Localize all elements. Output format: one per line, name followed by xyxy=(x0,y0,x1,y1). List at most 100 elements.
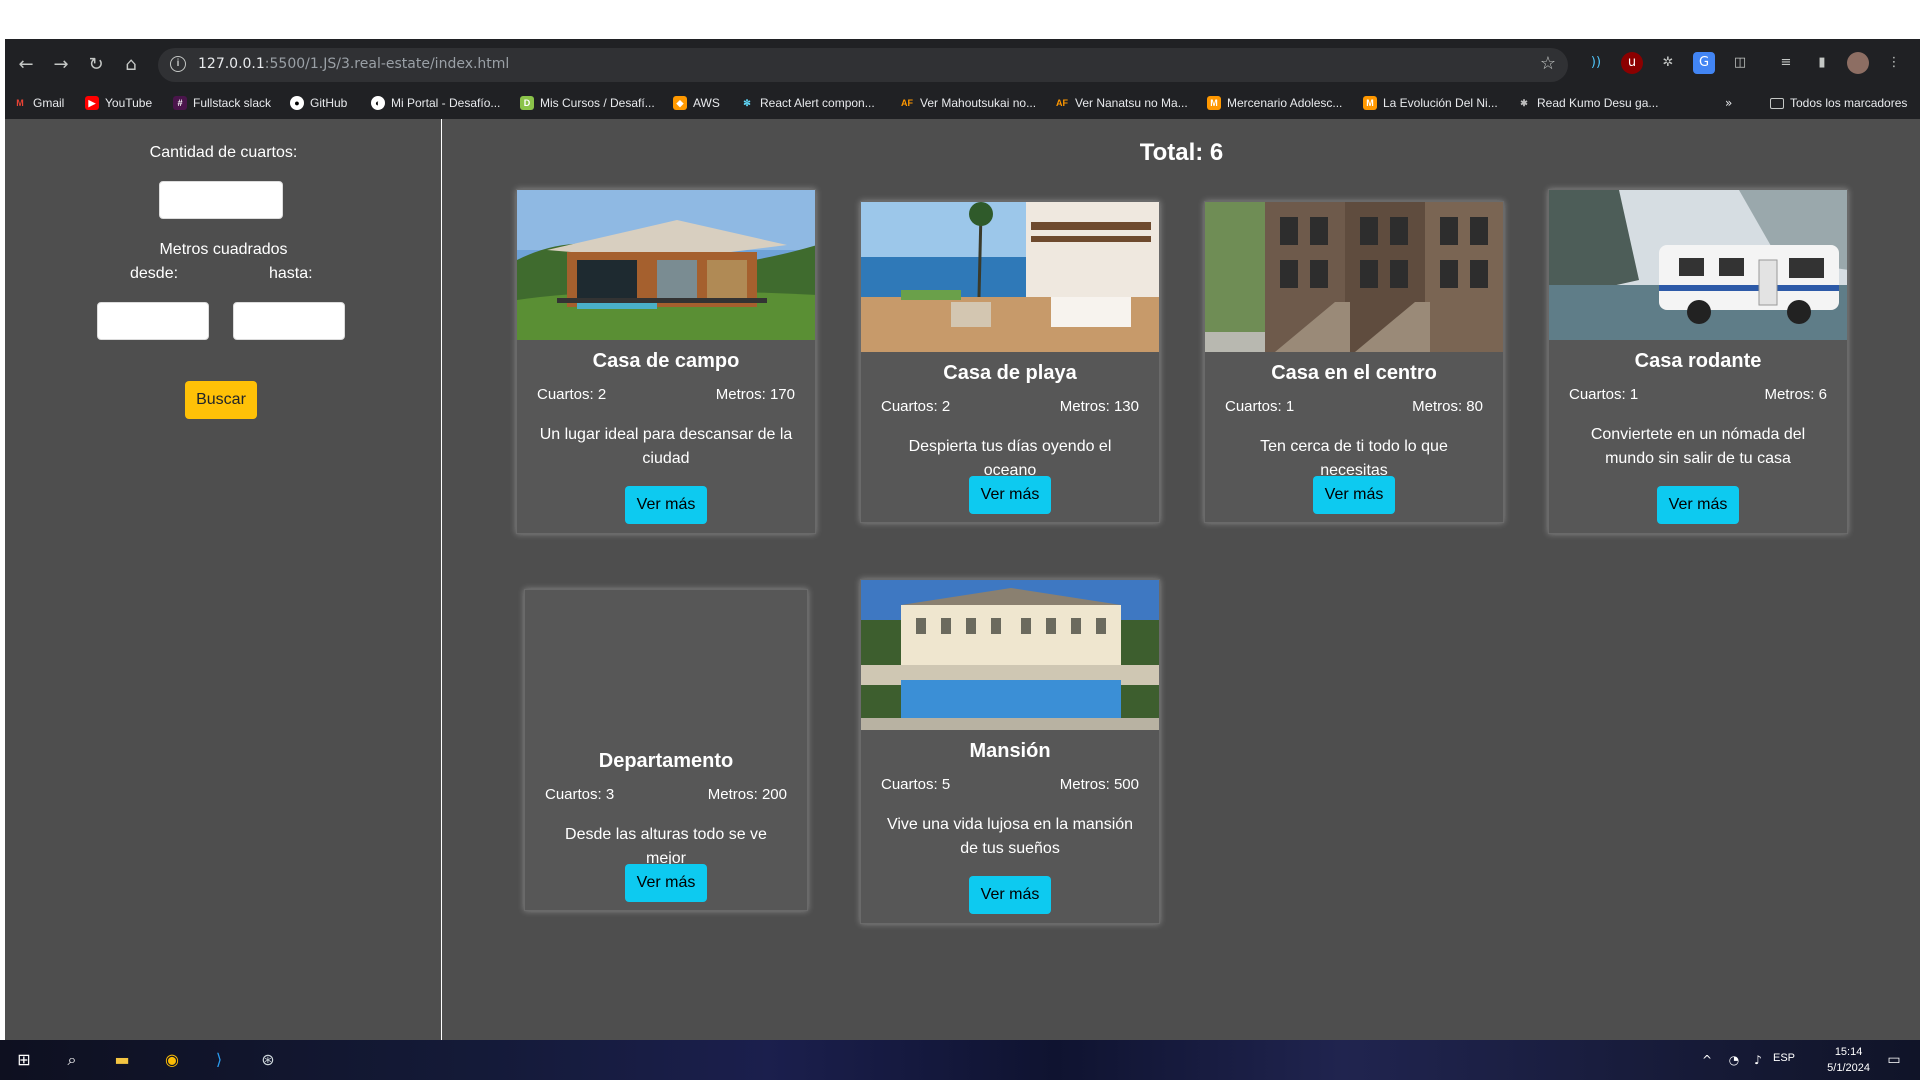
af-icon: AF xyxy=(901,98,913,108)
url-text[interactable]: 127.0.0.1:5500/1.JS/3.real-estate/index.… xyxy=(198,56,509,72)
property-meta: Cuartos: 2 Metros: 170 xyxy=(537,386,795,403)
bookmark-gmail[interactable]: M Gmail xyxy=(13,93,64,113)
youtube-icon: ▶ xyxy=(85,96,99,110)
bookmark-kumo[interactable]: ✱ Read Kumo Desu ga... xyxy=(1517,93,1658,113)
folder-icon xyxy=(1770,97,1784,109)
bookmark-mercenario[interactable]: M Mercenario Adolesc... xyxy=(1207,93,1342,113)
chrome-icon[interactable]: ◉ xyxy=(160,1048,184,1072)
bookmark-aws[interactable]: ◆ AWS xyxy=(673,93,720,113)
ublock-icon[interactable]: u xyxy=(1621,52,1643,74)
home-icon[interactable]: ⌂ xyxy=(118,52,144,78)
filter-sidebar: Cantidad de cuartos: Metros cuadrados de… xyxy=(5,119,442,1040)
property-description: Vive una vida lujosa en la mansión de tu… xyxy=(886,816,1134,857)
bookmark-portal[interactable]: ◐ Mi Portal - Desafío... xyxy=(371,93,500,113)
property-card: Mansión Cuartos: 5 Metros: 500 Vive una … xyxy=(860,579,1160,924)
side-panel-icon[interactable]: ▮ xyxy=(1811,52,1833,74)
bookmark-mahoutsukai[interactable]: AF Ver Mahoutsukai no... xyxy=(900,93,1036,113)
property-meta: Cuartos: 5 Metros: 500 xyxy=(881,776,1139,793)
notifications-icon[interactable]: ▭ xyxy=(1882,1048,1906,1072)
property-meters: Metros: 6 xyxy=(1764,386,1827,403)
volume-icon[interactable]: ♪ xyxy=(1746,1048,1770,1072)
address-bar[interactable]: i 127.0.0.1:5500/1.JS/3.real-estate/inde… xyxy=(158,48,1568,82)
property-rooms: Cuartos: 1 xyxy=(1569,386,1639,403)
bookmark-youtube[interactable]: ▶ YouTube xyxy=(85,93,152,113)
af-icon: AF xyxy=(1056,98,1068,108)
from-label: desde: xyxy=(130,265,179,282)
view-more-button[interactable]: Ver más xyxy=(625,486,707,524)
network-icon[interactable]: ◔ xyxy=(1722,1048,1746,1072)
property-image xyxy=(517,190,815,340)
view-more-button[interactable]: Ver más xyxy=(625,864,707,902)
vscode-icon[interactable]: ⟩ xyxy=(207,1048,231,1072)
bookmark-slack[interactable]: # Fullstack slack xyxy=(173,93,271,113)
windows-start-icon[interactable]: ⊞ xyxy=(12,1048,36,1072)
property-meters: Metros: 130 xyxy=(1059,398,1139,415)
view-more-button[interactable]: Ver más xyxy=(1313,476,1395,514)
media-queue-icon[interactable]: ≡ xyxy=(1775,52,1797,74)
manga-icon: M xyxy=(1363,96,1377,110)
gmail-icon: M xyxy=(16,98,24,108)
property-card: Casa de playa Cuartos: 2 Metros: 130 Des… xyxy=(860,201,1160,523)
more-bookmarks-icon[interactable]: » xyxy=(1725,93,1732,113)
menu-kebab-icon[interactable]: ⋮ xyxy=(1883,52,1905,74)
translate-icon[interactable]: G xyxy=(1693,52,1715,74)
reload-icon[interactable]: ↻ xyxy=(83,52,109,78)
property-rooms: Cuartos: 3 xyxy=(545,786,615,803)
property-meta: Cuartos: 1 Metros: 80 xyxy=(1225,398,1483,415)
search-icon[interactable]: ⌕ xyxy=(60,1048,84,1072)
property-rooms: Cuartos: 1 xyxy=(1225,398,1295,415)
bookmark-github[interactable]: ● GitHub xyxy=(290,93,347,113)
portal-icon: ◐ xyxy=(371,96,385,110)
screen: ← → ↻ ⌂ i 127.0.0.1:5500/1.JS/3.real-est… xyxy=(0,0,1920,1080)
property-card: Casa rodante Cuartos: 1 Metros: 6 Convie… xyxy=(1548,189,1848,534)
forward-icon[interactable]: → xyxy=(48,52,74,78)
property-image xyxy=(1205,202,1503,352)
extensions-puzzle-icon[interactable]: ◫ xyxy=(1729,52,1751,74)
extension-wave-icon[interactable]: )) xyxy=(1585,52,1607,74)
clock-date: 5/1/2024 xyxy=(1827,1062,1870,1074)
property-description: Un lugar ideal para descansar de la ciud… xyxy=(539,426,793,467)
site-info-icon[interactable]: i xyxy=(170,56,186,72)
bookmark-react-alert[interactable]: ✼ React Alert compon... xyxy=(740,93,875,113)
react-icon: ✼ xyxy=(743,98,751,108)
taskbar: ⊞ ⌕ ▬ ◉ ⟩ ⊛ ^ ◔ ♪ ESP 15:14 5/1/2024 ▭ xyxy=(0,1040,1920,1080)
property-description: Conviertete en un nómada del mundo sin s… xyxy=(1590,426,1806,467)
bookmark-evolucion[interactable]: M La Evolución Del Ni... xyxy=(1363,93,1498,113)
language-indicator[interactable]: ESP xyxy=(1773,1052,1795,1064)
property-meters: Metros: 80 xyxy=(1412,398,1483,415)
property-title: Casa rodante xyxy=(1634,350,1762,372)
steam-icon[interactable]: ⊛ xyxy=(256,1048,280,1072)
clock-time: 15:14 xyxy=(1834,1046,1863,1058)
page-content: Cantidad de cuartos: Metros cuadrados de… xyxy=(5,119,1920,1040)
view-more-button[interactable]: Ver más xyxy=(1657,486,1739,524)
bookmark-nanatsu[interactable]: AF Ver Nanatsu no Ma... xyxy=(1055,93,1188,113)
search-button[interactable]: Buscar xyxy=(185,381,257,419)
property-card: Casa en el centro Cuartos: 1 Metros: 80 … xyxy=(1204,201,1504,523)
to-label: hasta: xyxy=(269,265,313,282)
property-image xyxy=(861,580,1159,730)
clock[interactable]: 15:14 5/1/2024 xyxy=(1827,1044,1870,1076)
meters-to-input[interactable] xyxy=(233,302,345,340)
view-more-button[interactable]: Ver más xyxy=(969,476,1051,514)
view-more-button[interactable]: Ver más xyxy=(969,876,1051,914)
file-explorer-icon[interactable]: ▬ xyxy=(110,1048,134,1072)
tray-chevron-icon[interactable]: ^ xyxy=(1695,1048,1719,1072)
property-card: Departamento Cuartos: 3 Metros: 200 Desd… xyxy=(524,589,808,911)
slack-icon: # xyxy=(173,96,187,110)
extension-gear-icon[interactable]: ✲ xyxy=(1657,52,1679,74)
bookmark-cursos[interactable]: D Mis Cursos / Desafí... xyxy=(520,93,655,113)
property-title: Casa de playa xyxy=(943,362,1077,384)
back-icon[interactable]: ← xyxy=(13,52,39,78)
browser-chrome: ← → ↻ ⌂ i 127.0.0.1:5500/1.JS/3.real-est… xyxy=(5,39,1920,119)
property-title: Departamento xyxy=(598,750,734,772)
property-rooms: Cuartos: 5 xyxy=(881,776,951,793)
rooms-input[interactable] xyxy=(159,181,283,219)
bookmark-star-icon[interactable]: ☆ xyxy=(1540,53,1556,74)
property-rooms: Cuartos: 2 xyxy=(537,386,607,403)
property-rooms: Cuartos: 2 xyxy=(881,398,951,415)
meters-from-input[interactable] xyxy=(97,302,209,340)
all-bookmarks[interactable]: Todos los marcadores xyxy=(1770,93,1907,113)
profile-avatar-icon[interactable] xyxy=(1847,52,1869,74)
courses-icon: D xyxy=(520,96,534,110)
property-meta: Cuartos: 3 Metros: 200 xyxy=(545,786,787,803)
